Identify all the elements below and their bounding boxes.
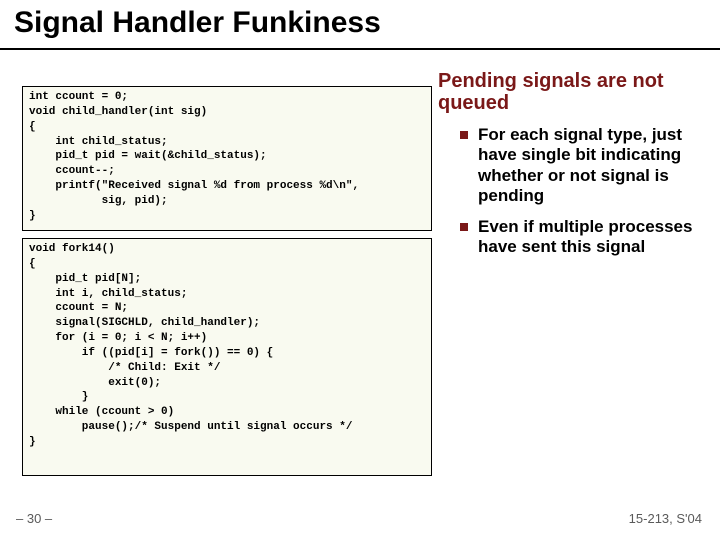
bullet-list: For each signal type, just have single b… [460,125,710,267]
bullet-square-icon [460,131,468,139]
bullet-square-icon [460,223,468,231]
slide-number: – 30 – [16,511,52,526]
course-label: 15-213, S'04 [629,511,702,526]
bullet-item: For each signal type, just have single b… [460,125,710,207]
code-block-handler: int ccount = 0; void child_handler(int s… [22,86,432,231]
bullet-item: Even if multiple processes have sent thi… [460,217,710,258]
subheading: Pending signals are not queued [438,70,706,115]
title-bar: Signal Handler Funkiness [0,0,720,50]
slide-title: Signal Handler Funkiness [14,6,706,40]
code-block-fork: void fork14() { pid_t pid[N]; int i, chi… [22,238,432,476]
bullet-text: Even if multiple processes have sent thi… [478,217,710,258]
bullet-text: For each signal type, just have single b… [478,125,710,207]
